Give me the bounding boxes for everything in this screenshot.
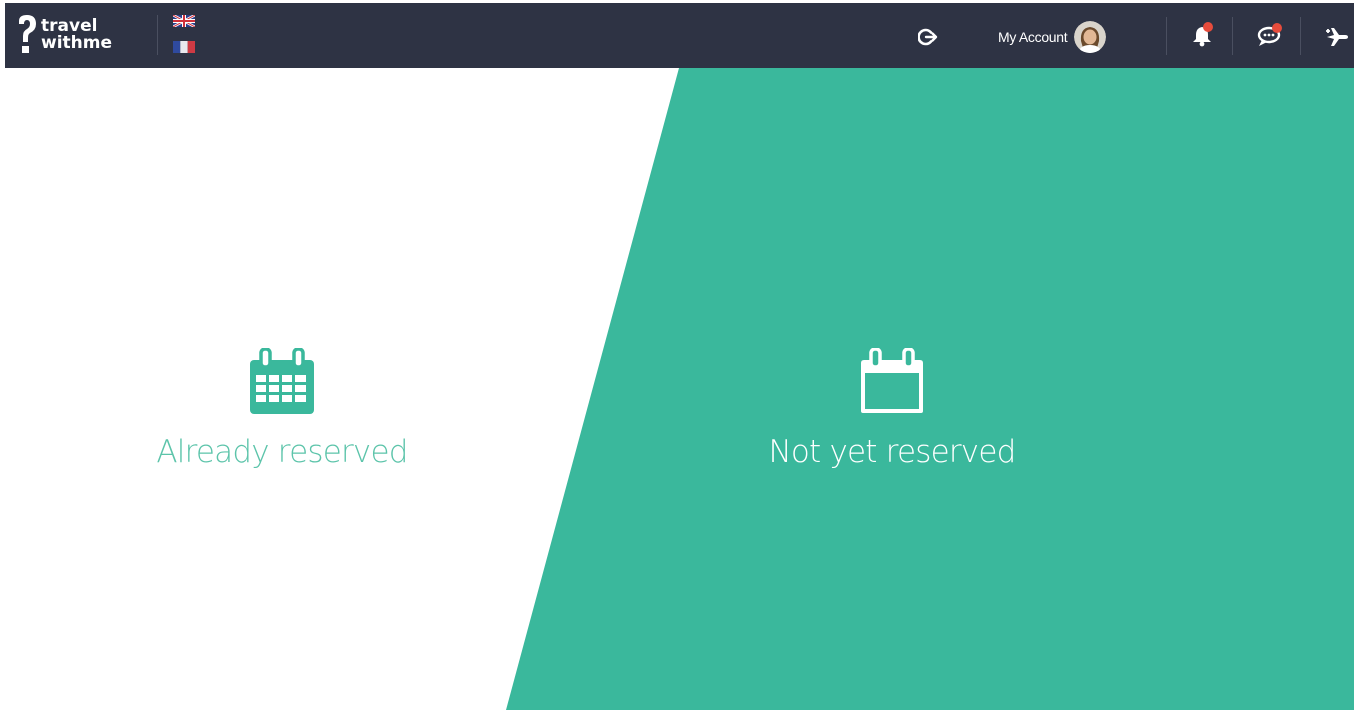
add-trip-button[interactable] — [1323, 23, 1353, 51]
divider — [157, 15, 158, 55]
question-mark-logo-icon — [19, 15, 36, 53]
calendar-empty-icon — [861, 348, 923, 413]
travelwithme-logo[interactable]: travel withme — [15, 11, 135, 59]
message-badge — [1272, 23, 1282, 33]
not-yet-reserved-option[interactable]: Not yet reserved — [742, 348, 1042, 470]
not-yet-reserved-label: Not yet reserved — [768, 434, 1017, 470]
already-reserved-label: Already reserved — [156, 434, 408, 470]
my-account-menu[interactable]: My Account — [998, 19, 1107, 55]
logo-wordmark: travel withme — [41, 18, 112, 52]
france-flag-icon[interactable] — [173, 41, 195, 53]
divider — [1232, 17, 1233, 55]
uk-flag-icon[interactable] — [173, 15, 195, 27]
logout-button[interactable] — [916, 25, 940, 49]
messages-button[interactable] — [1253, 21, 1285, 51]
plane-add-icon — [1326, 28, 1348, 46]
account-label: My Account — [998, 29, 1068, 45]
calendar-grid-icon — [250, 348, 314, 414]
reservation-choice: Already reserved Not yet reserved — [0, 68, 1354, 710]
sign-out-icon — [918, 28, 938, 46]
divider — [1300, 17, 1301, 55]
divider — [1166, 17, 1167, 55]
already-reserved-option[interactable]: Already reserved — [132, 348, 432, 470]
notifications-button[interactable] — [1187, 21, 1217, 51]
top-navbar: travel withme My Account — [5, 3, 1354, 68]
avatar — [1074, 21, 1107, 53]
logo-line-2: withme — [41, 33, 113, 53]
notification-badge — [1203, 22, 1213, 32]
